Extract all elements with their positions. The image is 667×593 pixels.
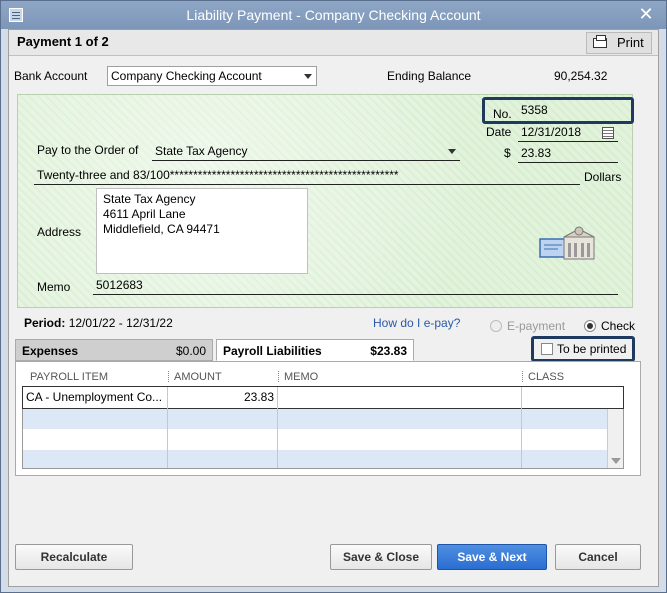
period-value: 12/01/22 - 12/31/22 — [68, 316, 173, 330]
save-next-button[interactable]: Save & Next — [437, 544, 547, 570]
epayment-radio — [490, 320, 502, 332]
date-label: Date — [486, 125, 512, 139]
epay-help-link[interactable]: How do I e-pay? — [373, 316, 460, 330]
date-value: 12/31/2018 — [521, 125, 582, 139]
grid-header: PAYROLL ITEM AMOUNT MEMO CLASS — [22, 368, 630, 386]
cancel-button[interactable]: Cancel — [555, 544, 641, 570]
column-divider — [521, 387, 522, 468]
column-separator[interactable] — [522, 371, 524, 382]
amount-cell[interactable]: 23.83 — [167, 387, 277, 408]
class-cell[interactable] — [521, 387, 607, 408]
bank-account-label: Bank Account — [14, 69, 88, 83]
window-title: Liability Payment - Company Checking Acc… — [186, 7, 481, 23]
epayment-label: E-payment — [507, 319, 566, 333]
address-line: Middlefield, CA 94471 — [103, 222, 220, 236]
dialog-body: Payment 1 of 2 Print Bank Account Compan… — [8, 29, 659, 587]
grid-body: CA - Unemployment Co... 23.83 — [22, 386, 624, 469]
ending-balance-label: Ending Balance — [387, 69, 472, 83]
column-header: MEMO — [284, 371, 319, 383]
memo-label: Memo — [37, 280, 71, 294]
amount-in-words: Twenty-three and 83/100*****************… — [34, 165, 580, 185]
column-header: CLASS — [528, 371, 565, 383]
table-row[interactable] — [23, 429, 623, 450]
to-be-printed-label: To be printed — [557, 342, 627, 356]
toolbar: Payment 1 of 2 Print — [9, 30, 658, 56]
address-line: State Tax Agency — [103, 192, 196, 206]
title-bar: Liability Payment - Company Checking Acc… — [1, 1, 666, 29]
bank-account-select[interactable]: Company Checking Account — [107, 66, 317, 86]
check-form: No. 5358 Date 12/31/2018 Pay to the Orde… — [17, 94, 634, 308]
address-field[interactable]: State Tax Agency 4611 April Lane Middlef… — [96, 188, 308, 274]
memo-field[interactable]: 5012683 — [93, 275, 618, 295]
check-label: Check — [601, 319, 636, 333]
tab-label: Payroll Liabilities — [223, 344, 322, 358]
memo-cell[interactable] — [277, 387, 521, 408]
column-divider — [277, 387, 278, 468]
check-radio[interactable] — [584, 320, 596, 332]
scroll-down-icon[interactable] — [611, 458, 621, 464]
chevron-down-icon[interactable] — [304, 74, 312, 79]
print-button[interactable]: Print — [586, 32, 652, 54]
column-header: PAYROLL ITEM — [30, 371, 109, 383]
dollars-label: Dollars — [584, 170, 622, 184]
pay-to-label: Pay to the Order of — [37, 143, 139, 157]
column-separator[interactable] — [168, 371, 170, 382]
tab-amount: $0.00 — [175, 344, 206, 358]
government-payee-icon — [539, 226, 595, 260]
liability-payment-window: Liability Payment - Company Checking Acc… — [0, 0, 667, 593]
recalculate-button[interactable]: Recalculate — [15, 544, 133, 570]
address-label: Address — [37, 225, 82, 239]
tab-label: Expenses — [22, 344, 79, 358]
table-row[interactable] — [23, 450, 623, 468]
period-label: Period: 12/01/22 - 12/31/22 — [24, 316, 173, 330]
payee-select[interactable]: State Tax Agency — [152, 141, 460, 161]
table-row[interactable]: CA - Unemployment Co... 23.83 — [22, 386, 624, 409]
calendar-icon[interactable] — [602, 127, 614, 139]
payment-counter: Payment 1 of 2 — [17, 34, 109, 49]
tab-expenses[interactable]: Expenses $0.00 — [15, 339, 213, 361]
dollar-sign: $ — [504, 146, 511, 160]
table-row[interactable] — [23, 408, 623, 429]
check-number-field[interactable]: 5358 — [518, 100, 618, 120]
check-number-label: No. — [493, 107, 512, 121]
period-caption: Period: — [24, 316, 66, 330]
chevron-down-icon[interactable] — [448, 149, 456, 154]
printer-icon — [593, 35, 607, 48]
window-menu-icon[interactable] — [9, 8, 23, 22]
bank-account-value: Company Checking Account — [111, 69, 262, 83]
ending-balance-value: 90,254.32 — [554, 69, 608, 83]
to-be-printed-checkbox[interactable] — [541, 343, 553, 355]
column-divider — [167, 387, 168, 468]
tab-payroll-liabilities[interactable]: Payroll Liabilities $23.83 — [216, 339, 414, 361]
address-line: 4611 April Lane — [103, 207, 186, 221]
column-header: AMOUNT — [174, 371, 222, 383]
save-close-button[interactable]: Save & Close — [330, 544, 432, 570]
column-separator[interactable] — [278, 371, 280, 382]
payroll-liabilities-panel: PAYROLL ITEM AMOUNT MEMO CLASS CA - Unem… — [15, 361, 641, 476]
tab-amount: $23.83 — [370, 344, 407, 358]
amount-field[interactable]: 23.83 — [518, 143, 618, 163]
print-label: Print — [617, 35, 644, 50]
payroll-item-cell[interactable]: CA - Unemployment Co... — [23, 387, 167, 408]
payee-value: State Tax Agency — [155, 144, 248, 158]
close-icon[interactable]: ✕ — [636, 4, 656, 24]
